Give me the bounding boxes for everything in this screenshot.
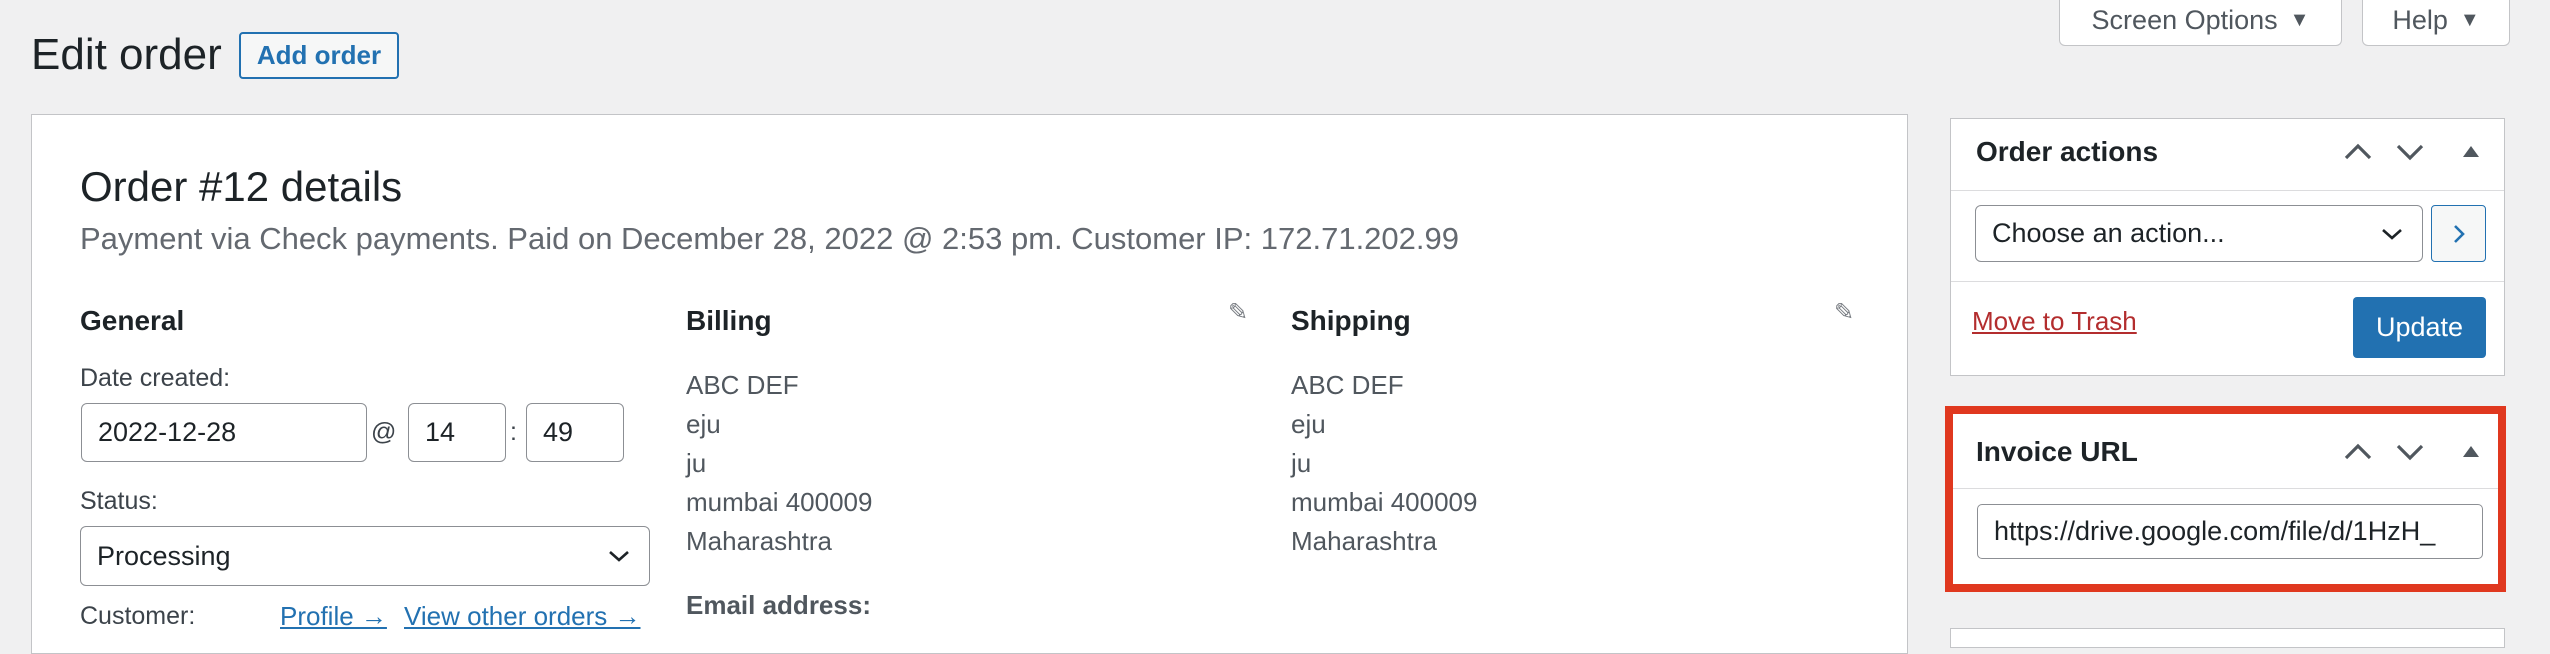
hour-value: 14 bbox=[425, 417, 456, 447]
minute-input[interactable]: 49 bbox=[526, 403, 624, 462]
email-address-label: Email address: bbox=[686, 590, 871, 620]
update-button[interactable]: Update bbox=[2353, 297, 2486, 358]
toggle-triangle-icon[interactable] bbox=[2461, 143, 2481, 159]
order-action-value: Choose an action... bbox=[1992, 218, 2225, 248]
edit-shipping-pencil-icon[interactable]: ✎ bbox=[1834, 298, 1854, 327]
at-separator: @ bbox=[371, 418, 397, 446]
billing-line: ju bbox=[686, 448, 707, 478]
shipping-line: ABC DEF bbox=[1291, 370, 1404, 400]
shipping-line: eju bbox=[1291, 409, 1326, 439]
date-created-label: Date created: bbox=[80, 364, 231, 392]
add-order-button[interactable]: Add order bbox=[239, 32, 399, 79]
status-label: Status: bbox=[80, 487, 158, 515]
shipping-heading: Shipping bbox=[1291, 305, 1411, 336]
status-value: Processing bbox=[97, 540, 231, 571]
divider bbox=[1951, 281, 2504, 282]
next-box bbox=[1950, 628, 2505, 648]
shipping-address: ABC DEF eju ju mumbai 400009 Maharashtra bbox=[1291, 366, 1477, 561]
customer-label: Customer: bbox=[80, 602, 196, 630]
general-heading: General bbox=[80, 305, 185, 336]
edit-billing-pencil-icon[interactable]: ✎ bbox=[1228, 298, 1248, 327]
billing-line: Maharashtra bbox=[686, 526, 832, 556]
customer-profile-link[interactable]: Profile → bbox=[280, 601, 387, 632]
page-title: Edit order bbox=[31, 30, 222, 79]
order-actions-title: Order actions bbox=[1976, 136, 2159, 167]
chevron-down-icon bbox=[2382, 228, 2402, 240]
order-meta: Payment via Check payments. Paid on Dece… bbox=[80, 221, 1460, 256]
caret-down-icon: ▼ bbox=[2289, 9, 2310, 31]
billing-line: ABC DEF bbox=[686, 370, 799, 400]
chevron-right-icon bbox=[2453, 224, 2465, 243]
chevron-down-icon bbox=[609, 551, 629, 562]
caret-down-icon: ▼ bbox=[2459, 9, 2480, 31]
move-to-trash-link[interactable]: Move to Trash bbox=[1972, 306, 2137, 337]
shipping-line: mumbai 400009 bbox=[1291, 487, 1478, 517]
order-action-select[interactable]: Choose an action... bbox=[1975, 205, 2423, 262]
billing-line: mumbai 400009 bbox=[686, 487, 873, 517]
order-heading: Order #12 details bbox=[80, 163, 403, 210]
date-value: 2022-12-28 bbox=[98, 417, 237, 447]
view-other-orders-link[interactable]: View other orders → bbox=[404, 601, 641, 632]
shipping-line: Maharashtra bbox=[1291, 526, 1437, 556]
help-tab[interactable]: Help ▼ bbox=[2362, 0, 2510, 46]
divider bbox=[1951, 190, 2504, 191]
screen-options-tab[interactable]: Screen Options ▼ bbox=[2059, 0, 2342, 46]
chevron-up-icon[interactable] bbox=[2342, 140, 2374, 164]
hour-input[interactable]: 14 bbox=[408, 403, 506, 462]
billing-heading: Billing bbox=[686, 305, 772, 336]
minute-value: 49 bbox=[543, 417, 574, 447]
screen-options-label: Screen Options bbox=[2091, 5, 2278, 35]
billing-address: ABC DEF eju ju mumbai 400009 Maharashtra bbox=[686, 366, 872, 561]
highlight-box bbox=[1945, 406, 2506, 592]
shipping-line: ju bbox=[1291, 448, 1312, 478]
date-created-input[interactable]: 2022-12-28 bbox=[81, 403, 367, 462]
chevron-down-icon[interactable] bbox=[2394, 140, 2426, 164]
help-label: Help bbox=[2392, 5, 2448, 35]
billing-line: eju bbox=[686, 409, 721, 439]
colon-separator: : bbox=[510, 418, 517, 446]
status-select[interactable]: Processing bbox=[80, 526, 650, 586]
apply-action-button[interactable] bbox=[2431, 205, 2486, 262]
